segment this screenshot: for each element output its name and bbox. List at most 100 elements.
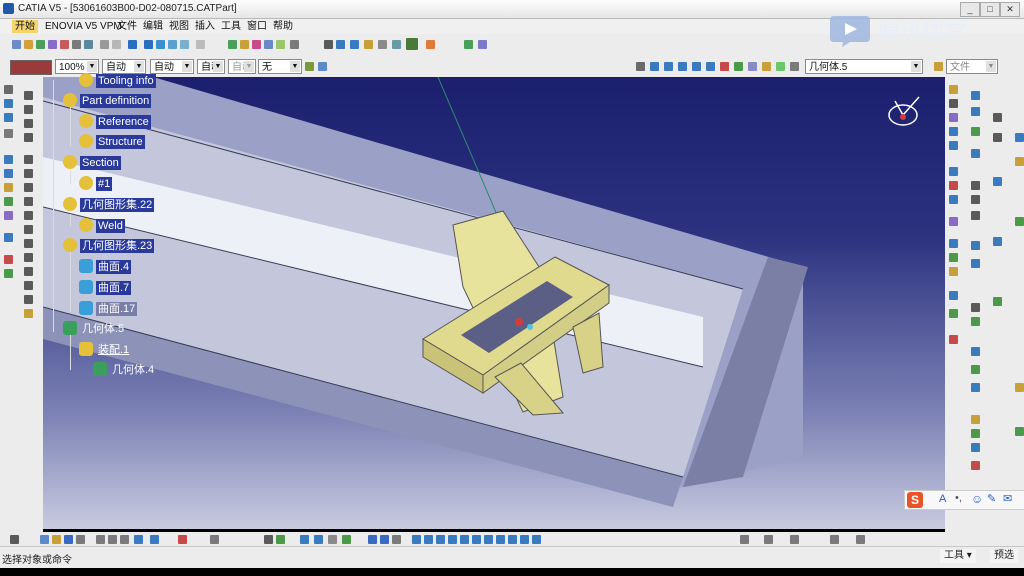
stiffener-icon[interactable] [24, 197, 33, 206]
layer-icon[interactable] [790, 62, 799, 71]
update-icon[interactable] [178, 535, 187, 544]
hide-show-icon[interactable] [762, 62, 771, 71]
rib-icon[interactable] [24, 169, 33, 178]
zoom-combo[interactable]: 100% ▼ [55, 59, 99, 74]
multi-section-icon[interactable] [971, 127, 980, 136]
add-icon[interactable] [4, 269, 13, 278]
shaft-icon[interactable] [24, 119, 33, 128]
linetype-combo[interactable]: 自动 ▼ [102, 59, 146, 74]
paint-icon[interactable] [426, 40, 435, 49]
cut-icon[interactable] [4, 255, 13, 264]
offset-surface-icon[interactable] [971, 181, 980, 190]
fit-all-icon[interactable] [650, 62, 659, 71]
blend-icon[interactable] [971, 149, 980, 158]
view-pan-icon[interactable] [424, 535, 433, 544]
view-mode-icon[interactable] [532, 535, 541, 544]
sketch-analysis-icon[interactable] [276, 535, 285, 544]
skin-icon[interactable]: ✉ [1003, 492, 1012, 505]
cursor-icon[interactable] [10, 535, 19, 544]
remove-loft-icon[interactable] [24, 225, 33, 234]
fly-icon[interactable] [636, 62, 645, 71]
current-body-combo[interactable]: 几何体.5 ▼ [805, 59, 923, 74]
copy-icon[interactable] [108, 535, 117, 544]
power-copy-icon[interactable] [856, 535, 865, 544]
fill-icon[interactable] [971, 107, 980, 116]
edge-fillet-icon[interactable] [24, 253, 33, 262]
menu-view[interactable]: 视图 [166, 20, 192, 33]
swap-icon[interactable] [776, 62, 785, 71]
sketcher-icon[interactable] [949, 99, 958, 108]
select-icon[interactable] [84, 40, 93, 49]
boundary-icon[interactable] [949, 267, 958, 276]
boolean-icon[interactable] [364, 40, 373, 49]
menu-window[interactable]: 窗口 [244, 20, 270, 33]
measure-item-icon[interactable] [210, 535, 219, 544]
sketch-icon[interactable] [12, 40, 21, 49]
view-front-icon[interactable] [484, 535, 493, 544]
analysis-icon[interactable] [406, 38, 418, 50]
fillet-icon[interactable] [228, 40, 237, 49]
filter-icon[interactable] [100, 40, 109, 49]
planar-patch-icon[interactable] [971, 415, 980, 424]
split-icon[interactable] [378, 40, 387, 49]
disassemble-icon[interactable] [949, 335, 958, 344]
menu-file[interactable]: 文件 [114, 20, 140, 33]
knowledge-check-icon[interactable] [740, 535, 749, 544]
repeat-icon[interactable] [971, 383, 980, 392]
close-button[interactable]: ✕ [1000, 2, 1020, 17]
menu-edit[interactable]: 编辑 [140, 20, 166, 33]
connect-icon[interactable] [971, 443, 980, 452]
dot-icon[interactable] [324, 40, 333, 49]
ruled-icon[interactable] [971, 429, 980, 438]
ime-mode-icon[interactable]: A [939, 493, 946, 505]
loft-icon[interactable] [24, 211, 33, 220]
diabolo-icon[interactable] [1015, 383, 1024, 392]
bump-icon[interactable] [1015, 217, 1024, 226]
part-body-icon[interactable] [4, 85, 13, 94]
menu-insert[interactable]: 插入 [192, 20, 218, 33]
layer-combo[interactable]: 无 ▼ [258, 59, 302, 74]
view-hide-icon[interactable] [508, 535, 517, 544]
menu-start[interactable]: 开始 [12, 20, 38, 33]
plane-icon[interactable] [156, 40, 165, 49]
face-fillet-icon[interactable] [24, 281, 33, 290]
sogou-logo-icon[interactable]: S [907, 492, 923, 508]
tag-icon[interactable] [392, 535, 401, 544]
link-icon[interactable] [48, 40, 57, 49]
thickness-icon[interactable] [276, 40, 285, 49]
file-filter-combo[interactable]: 文件 ▼ [946, 59, 998, 74]
point-icon[interactable] [144, 40, 153, 49]
tritangent-icon[interactable] [24, 295, 33, 304]
constraint-icon[interactable] [4, 129, 13, 138]
catalog-icon[interactable] [328, 535, 337, 544]
helix-icon[interactable] [949, 167, 958, 176]
axis-icon[interactable] [168, 40, 177, 49]
paste-icon[interactable] [120, 535, 129, 544]
design-table-icon[interactable] [790, 535, 799, 544]
save-icon[interactable] [64, 535, 73, 544]
zoom-in-icon[interactable] [692, 62, 701, 71]
hide-icon[interactable] [300, 535, 309, 544]
redo-arc-icon[interactable] [350, 40, 359, 49]
undo-icon[interactable] [134, 535, 143, 544]
undo-arc-icon[interactable] [336, 40, 345, 49]
emoji-icon[interactable]: ☺ [971, 492, 983, 506]
line-icon[interactable] [128, 40, 137, 49]
view-rotate-icon[interactable] [436, 535, 445, 544]
datum-icon[interactable] [4, 99, 13, 108]
line-style-combo[interactable]: 自动 ▼ [197, 59, 225, 74]
draft-icon[interactable] [252, 40, 261, 49]
view-swap-icon[interactable] [520, 535, 529, 544]
compass-reset-icon[interactable] [342, 535, 351, 544]
revolve-icon[interactable] [971, 259, 980, 268]
join-surface-icon[interactable] [971, 241, 980, 250]
affinity-icon[interactable] [4, 211, 13, 220]
point-grid-icon[interactable] [971, 347, 980, 356]
sphere-icon[interactable] [971, 303, 980, 312]
parallel-curve-icon[interactable] [949, 239, 958, 248]
offset-icon[interactable] [4, 155, 13, 164]
measure-icon[interactable] [72, 40, 81, 49]
spline-icon[interactable] [949, 113, 958, 122]
voice-icon[interactable]: ✎ [987, 492, 996, 505]
pattern-icon[interactable] [4, 233, 13, 242]
